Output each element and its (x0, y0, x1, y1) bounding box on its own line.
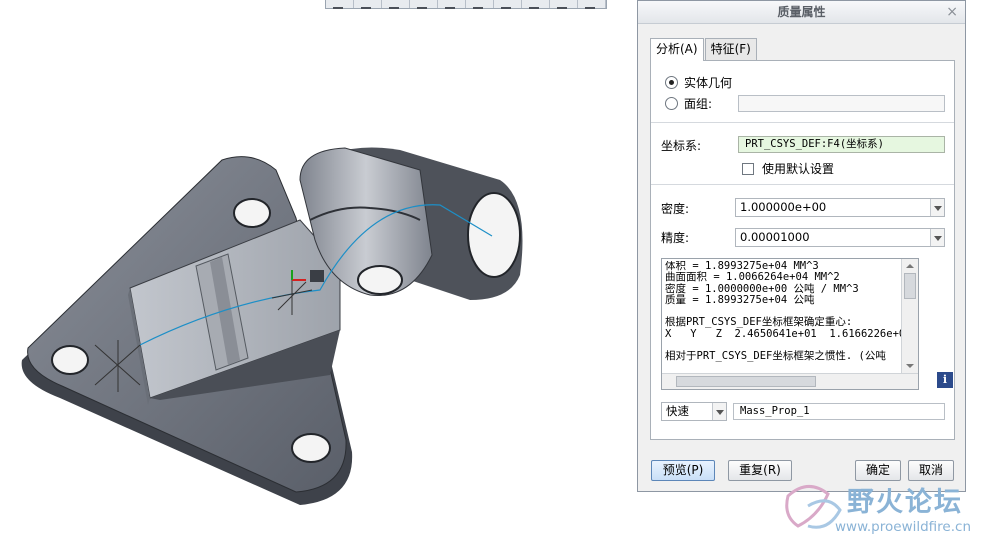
csys-collector[interactable]: PRT_CSYS_DEF:F4(坐标系) (738, 136, 945, 153)
use-default-option[interactable]: 使用默认设置 (742, 160, 834, 177)
feature-name-input[interactable]: Mass_Prop_1 (733, 403, 945, 420)
solid-geometry-label: 实体几何 (684, 76, 733, 90)
close-icon[interactable]: × (946, 1, 958, 24)
csys-section: 坐标系: PRT_CSYS_DEF:F4(坐标系) 使用默认设置 (651, 123, 954, 185)
preview-button[interactable]: 预览(P) (651, 460, 715, 481)
csys-label: 坐标系: (661, 139, 702, 153)
solid-geometry-option[interactable]: 实体几何 (665, 74, 732, 91)
accuracy-label: 精度: (661, 231, 690, 245)
use-default-label: 使用默认设置 (762, 162, 835, 176)
scroll-up-icon[interactable] (904, 260, 916, 272)
results-box[interactable]: 体积 = 1.8993275e+04 MM^3 曲面面积 = 1.0066264… (661, 258, 919, 390)
tab-analysis[interactable]: 分析(A) (650, 38, 704, 61)
quilt-radio[interactable] (665, 97, 678, 110)
watermark-url: www.proewildfire.cn (835, 519, 972, 535)
analysis-panel: 实体几何 面组: 坐标系: PRT_CSYS_DEF:F4(坐标系) 使用默认设… (650, 60, 955, 440)
accuracy-dropdown-arrow-icon[interactable] (930, 229, 944, 246)
geometry-section: 实体几何 面组: (651, 61, 954, 123)
dialog-titlebar[interactable]: 质量属性 × (638, 1, 965, 24)
watermark-name: 野火论坛 (847, 487, 963, 518)
part-model (21, 147, 523, 505)
use-default-checkbox[interactable] (742, 162, 754, 175)
horizontal-scroll-thumb[interactable] (676, 376, 816, 387)
info-icon[interactable]: i (937, 372, 953, 388)
accuracy-select[interactable]: 0.00001000 (735, 228, 945, 247)
vertical-scroll-thumb[interactable] (904, 273, 916, 299)
density-select[interactable]: 1.000000e+00 (735, 198, 945, 217)
density-label: 密度: (661, 202, 690, 216)
quilt-label: 面组: (684, 97, 713, 111)
density-dropdown-arrow-icon[interactable] (930, 199, 944, 216)
tab-feature[interactable]: 特征(F) (704, 38, 757, 60)
quilt-collector[interactable] (738, 95, 945, 112)
accuracy-value: 0.00001000 (740, 230, 810, 244)
solid-geometry-radio[interactable] (665, 76, 678, 89)
mode-select[interactable]: 快速 (661, 402, 727, 421)
results-horizontal-scrollbar[interactable] (662, 373, 918, 389)
dialog-title: 质量属性 (777, 5, 826, 19)
mass-properties-dialog: 质量属性 × 分析(A) 特征(F) 实体几何 面组: 坐标系: PRT_CSY… (637, 0, 966, 492)
graphics-viewport[interactable] (0, 0, 636, 545)
mode-dropdown-arrow-icon[interactable] (712, 403, 726, 420)
quilt-option[interactable]: 面组: (665, 95, 712, 112)
scroll-down-icon[interactable] (904, 360, 916, 372)
mode-value: 快速 (666, 404, 689, 418)
results-text: 体积 = 1.8993275e+04 MM^3 曲面面积 = 1.0066264… (665, 261, 901, 363)
results-vertical-scrollbar[interactable] (901, 259, 918, 374)
tab-strip: 分析(A) 特征(F) (650, 38, 758, 61)
density-value: 1.000000e+00 (740, 200, 827, 214)
